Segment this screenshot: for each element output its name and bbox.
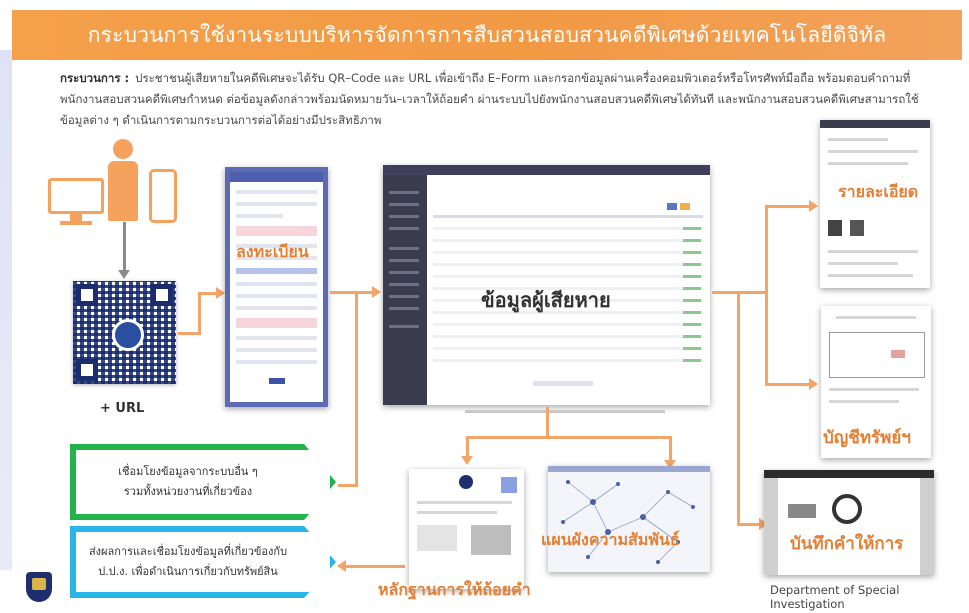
connector	[765, 205, 768, 385]
dsi-seal-icon	[26, 572, 52, 602]
callout-amlo: ส่งผลการและเชื่อมโยงข้อมูลที่เกี่ยวข้องก…	[70, 526, 336, 598]
left-decor-strip	[0, 50, 12, 570]
callout-integration: เชื่อมโยงข้อมูลจากระบบอื่น ๆ รวมทั้งหน่ว…	[70, 444, 336, 520]
callout-amlo-line-1: ส่งผลการและเชื่อมโยงข้อมูลที่เกี่ยวข้องก…	[88, 545, 288, 558]
description-body: ประชาชนผู้เสียหายในคดีพิเศษจะได้รับ QR–C…	[60, 71, 919, 127]
connector	[765, 205, 811, 208]
connector	[546, 407, 549, 437]
relationship-map-label: แผนผังความสัมพันธ์	[541, 530, 680, 549]
evidence-document-screenshot	[409, 469, 524, 589]
person-body	[108, 161, 138, 221]
testimony-record-label: บันทึกคำให้การ	[790, 534, 904, 554]
connector	[178, 332, 200, 335]
registration-form-screenshot	[225, 167, 328, 407]
testimony-record-document-screenshot	[764, 470, 934, 575]
connector	[737, 523, 761, 526]
url-label: + URL	[100, 401, 145, 416]
arrowhead	[809, 200, 818, 212]
connector	[355, 292, 358, 486]
connector	[330, 291, 374, 294]
connector	[737, 293, 740, 525]
qr-finder	[76, 284, 98, 306]
victim-data-label: ข้อมูลผู้เสียหาย	[481, 288, 611, 312]
monitor-base	[60, 221, 92, 225]
connector	[338, 484, 358, 487]
connector	[466, 436, 672, 439]
connector	[466, 436, 469, 458]
connector	[669, 436, 672, 462]
callout-integration-line-1: เชื่อมโยงข้อมูลจากระบบอื่น ๆ	[118, 465, 258, 478]
device-to-qr-arrowhead	[118, 270, 130, 279]
arrowhead	[216, 287, 225, 299]
description-heading: กระบวนการ :	[60, 71, 130, 85]
qr-logo	[112, 319, 144, 351]
page-title: กระบวนการใช้งานระบบบริหารจัดการการสืบสวน…	[87, 22, 887, 47]
qr-finder	[76, 359, 98, 381]
dashboard-caption	[465, 410, 665, 413]
connector	[198, 292, 218, 295]
arrowhead	[809, 378, 818, 390]
register-label: ลงทะเบียน	[236, 242, 309, 261]
connector	[198, 292, 201, 335]
arrowhead	[461, 456, 473, 465]
relationship-map-screenshot	[548, 466, 710, 572]
asset-list-label: บัญชีทรัพย์ฯ	[823, 428, 911, 448]
callout-integration-line-2: รวมทั้งหน่วยงานที่เกี่ยวข้อง	[123, 485, 253, 498]
person-icon	[113, 139, 133, 159]
arrowhead	[372, 286, 381, 298]
title-banner: กระบวนการใช้งานระบบบริหารจัดการการสืบสวน…	[12, 10, 962, 60]
process-description: กระบวนการ : ประชาชนผู้เสียหายในคดีพิเศษจะ…	[60, 68, 940, 131]
connector	[765, 383, 811, 386]
connector	[345, 565, 405, 568]
mobile-phone-icon	[149, 169, 177, 223]
arrowhead	[337, 560, 346, 572]
evidence-label: หลักฐานการให้ถ้อยคำ	[378, 580, 531, 599]
qr-finder	[151, 284, 173, 306]
details-label: รายละเอียด	[838, 182, 919, 201]
callout-amlo-line-2: ป.ป.ง. เพื่อดำเนินการเกี่ยวกับทรัพย์สิน	[98, 565, 278, 578]
department-name: Department of Special Investigation	[770, 583, 900, 611]
device-to-qr-arrow	[123, 222, 126, 274]
qr-code-icon	[73, 281, 176, 384]
computer-monitor-icon	[48, 178, 104, 214]
